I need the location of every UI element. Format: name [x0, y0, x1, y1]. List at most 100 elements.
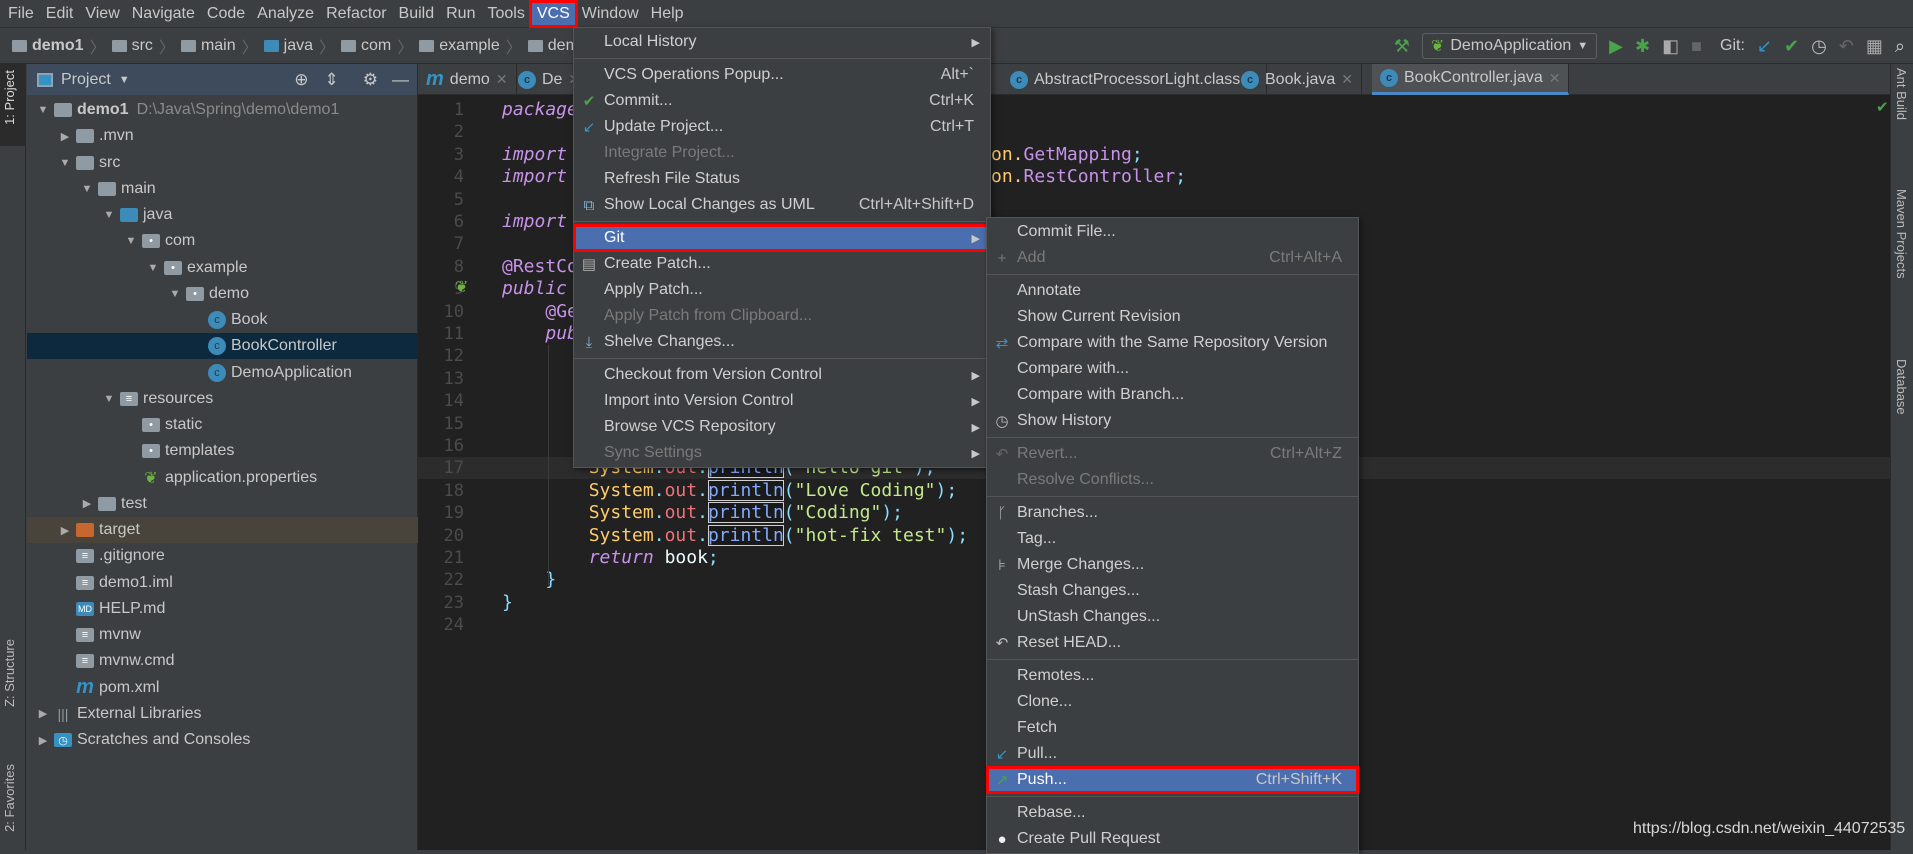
tree-item-example[interactable]: ▼ • example — [27, 255, 418, 281]
menu-file[interactable]: File — [2, 2, 40, 26]
menu-item-remotes[interactable]: Remotes... — [987, 663, 1358, 689]
menu-item-compare-with-branch[interactable]: Compare with Branch... — [987, 382, 1358, 408]
tree-item-external-libraries[interactable]: ▶ ||| External Libraries — [27, 701, 418, 727]
tree-item-main[interactable]: ▼ main — [27, 176, 418, 202]
tree-item-mvnw[interactable]: ≡ mvnw — [27, 622, 418, 648]
breadcrumb-item[interactable]: main 〉 — [180, 34, 258, 58]
menu-item-checkout-from-version-control[interactable]: Checkout from Version Control ▶ — [574, 362, 990, 388]
editor-tab-abstractprocessorlight-class[interactable]: cAbstractProcessorLight.class✕ — [1002, 64, 1268, 95]
stop-icon[interactable]: ■ — [1691, 36, 1702, 56]
menu-view[interactable]: View — [79, 2, 125, 26]
menu-item-tag[interactable]: Tag... — [987, 526, 1358, 552]
revert-icon[interactable]: ↶ — [1839, 36, 1854, 56]
tool-window-maven-tab[interactable]: Maven Projects — [1894, 189, 1909, 279]
menu-item-create-pull-request[interactable]: ● Create Pull Request — [987, 826, 1358, 852]
editor-tab-bookcontroller-java[interactable]: c BookController.java ✕ — [1372, 64, 1570, 95]
expanded-arrow-icon[interactable]: ▼ — [167, 288, 183, 300]
tree-item-gitignore[interactable]: ≡ .gitignore — [27, 543, 418, 569]
menu-navigate[interactable]: Navigate — [126, 2, 201, 26]
menu-item-refresh-file-status[interactable]: Refresh File Status — [574, 166, 990, 192]
menu-item-show-current-revision[interactable]: Show Current Revision — [987, 304, 1358, 330]
menu-item-clone[interactable]: Clone... — [987, 689, 1358, 715]
expanded-arrow-icon[interactable]: ▼ — [79, 183, 95, 195]
menu-item-update-project[interactable]: ↙ Update Project... Ctrl+T — [574, 114, 990, 140]
project-structure-icon[interactable]: ▦ — [1866, 36, 1883, 56]
menu-item-commit-file[interactable]: Commit File... — [987, 219, 1358, 245]
menu-analyze[interactable]: Analyze — [251, 2, 320, 26]
tree-item-java[interactable]: ▼ java — [27, 202, 418, 228]
breadcrumb-item[interactable]: src 〉 — [111, 34, 175, 58]
tree-item-demoapplication[interactable]: c DemoApplication — [27, 360, 418, 386]
expanded-arrow-icon[interactable]: ▼ — [101, 393, 117, 405]
project-panel-title[interactable]: Project — [61, 71, 111, 89]
run-config-dropdown[interactable]: ❦ DemoApplication ▼ — [1421, 33, 1598, 59]
tree-item-resources[interactable]: ▼ ≡ resources — [27, 386, 418, 412]
menu-vcs[interactable]: VCS — [528, 0, 578, 28]
menu-item-import-into-version-control[interactable]: Import into Version Control ▶ — [574, 388, 990, 414]
tree-item-src[interactable]: ▼ src — [27, 150, 418, 176]
close-icon[interactable]: ✕ — [1549, 70, 1561, 87]
menu-item-compare-with-the-same-repository-version[interactable]: ⇄ Compare with the Same Repository Versio… — [987, 330, 1358, 356]
tree-item-application-properties[interactable]: ❦ application.properties — [27, 465, 418, 491]
menu-tools[interactable]: Tools — [481, 2, 530, 26]
menu-refactor[interactable]: Refactor — [320, 2, 392, 26]
menu-item-apply-patch[interactable]: Apply Patch... — [574, 277, 990, 303]
tool-window-project-tab[interactable]: 1: Project — [2, 70, 17, 125]
menu-window[interactable]: Window — [576, 2, 645, 26]
menu-item-browse-vcs-repository[interactable]: Browse VCS Repository ▶ — [574, 414, 990, 440]
menu-item-commit[interactable]: ✔ Commit... Ctrl+K — [574, 88, 990, 114]
tree-item-book[interactable]: c Book — [27, 307, 418, 333]
menu-code[interactable]: Code — [201, 2, 251, 26]
search-icon[interactable]: ⌕ — [1895, 36, 1905, 56]
menu-item-push[interactable]: ↗ Push... Ctrl+Shift+K — [986, 766, 1359, 794]
tool-window-database-tab[interactable]: Database — [1894, 359, 1909, 415]
tree-item-mvnw-cmd[interactable]: ≡ mvnw.cmd — [27, 648, 418, 674]
close-icon[interactable]: ✕ — [1341, 71, 1353, 88]
collapse-all-icon[interactable]: ⇕ — [325, 70, 339, 90]
menu-edit[interactable]: Edit — [40, 2, 80, 26]
tree-item-mvn[interactable]: ▶ .mvn — [27, 123, 418, 149]
breadcrumb-item[interactable]: com 〉 — [341, 34, 413, 58]
tree-item-com[interactable]: ▼ • com — [27, 228, 418, 254]
menu-item-pull[interactable]: ↙ Pull... — [987, 741, 1358, 767]
tree-item-demo1-iml[interactable]: ≡ demo1.iml — [27, 570, 418, 596]
menu-run[interactable]: Run — [440, 2, 481, 26]
menu-item-reset-head[interactable]: ↶ Reset HEAD... — [987, 630, 1358, 656]
menu-item-shelve-changes[interactable]: ⤓ Shelve Changes... — [574, 329, 990, 355]
expanded-arrow-icon[interactable]: ▼ — [35, 104, 51, 116]
menu-item-annotate[interactable]: Annotate — [987, 278, 1358, 304]
close-icon[interactable]: ✕ — [496, 71, 508, 88]
locate-target-icon[interactable]: ⊕ — [294, 70, 308, 90]
collapsed-arrow-icon[interactable]: ▶ — [35, 707, 51, 720]
tree-item-test[interactable]: ▶ test — [27, 491, 418, 517]
collapsed-arrow-icon[interactable]: ▶ — [57, 130, 73, 143]
gear-icon[interactable]: ⚙ — [363, 70, 378, 90]
expanded-arrow-icon[interactable]: ▼ — [123, 235, 139, 247]
inspection-ok-check-icon[interactable]: ✔ — [1876, 98, 1889, 116]
menu-item-rebase[interactable]: Rebase... — [987, 800, 1358, 826]
menu-item-local-history[interactable]: Local History ▶ — [574, 29, 990, 55]
git-commit-check-icon[interactable]: ✔ — [1784, 36, 1799, 56]
editor-tab-book-java[interactable]: c Book.java ✕ — [1233, 64, 1362, 95]
menu-item-vcs-operations-popup[interactable]: VCS Operations Popup... Alt+` — [574, 62, 990, 88]
menu-item-stash-changes[interactable]: Stash Changes... — [987, 578, 1358, 604]
tree-item-static[interactable]: • static — [27, 412, 418, 438]
menu-item-compare-with[interactable]: Compare with... — [987, 356, 1358, 382]
tree-item-pom-xml[interactable]: m pom.xml — [27, 675, 418, 701]
spring-bean-gutter-icon[interactable]: ❦ — [455, 277, 468, 297]
expanded-arrow-icon[interactable]: ▼ — [57, 157, 73, 169]
collapsed-arrow-icon[interactable]: ▶ — [57, 524, 73, 537]
tool-window-ant-build-tab[interactable]: Ant Build — [1894, 68, 1909, 120]
run-icon[interactable]: ▶ — [1609, 36, 1623, 56]
chevron-down-icon[interactable]: ▼ — [119, 74, 130, 86]
menu-item-create-patch[interactable]: ▤ Create Patch... — [574, 251, 990, 277]
expanded-arrow-icon[interactable]: ▼ — [101, 209, 117, 221]
breadcrumb-item[interactable]: java 〉 — [263, 34, 335, 58]
collapsed-arrow-icon[interactable]: ▶ — [79, 497, 95, 510]
tree-item-help-md[interactable]: MD HELP.md — [27, 596, 418, 622]
tool-window-structure-tab[interactable]: Z: Structure — [2, 639, 17, 707]
tree-item-target[interactable]: ▶ target — [27, 517, 418, 543]
tree-item-demo1[interactable]: ▼ demo1 D:\Java\Spring\demo\demo1 — [27, 97, 418, 123]
menu-build[interactable]: Build — [393, 2, 441, 26]
menu-item-show-history[interactable]: ◷ Show History — [987, 408, 1358, 434]
